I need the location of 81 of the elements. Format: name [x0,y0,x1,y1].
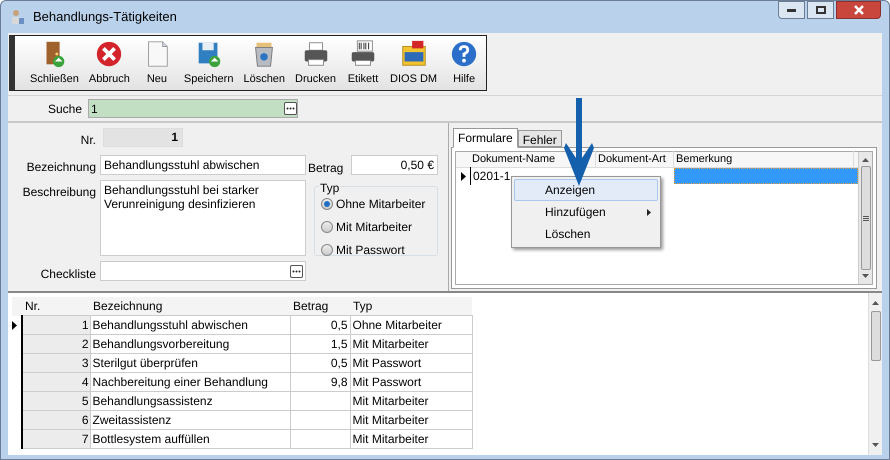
field-label: Betrag [308,160,344,177]
name-field[interactable]: Behandlungsstuhl abwischen [100,155,306,175]
table-cell: 7 [22,430,90,448]
close-button[interactable] [836,1,881,19]
ellipsis-icon [286,107,295,110]
scroll-up-icon[interactable] [872,301,879,305]
ellipsis-icon [292,270,301,272]
description-field[interactable]: Behandlungsstuhl bei starker Verunreinigung desinfizieren [100,180,306,256]
window-title: Behandlungs-Tätigkeiten [33,8,177,26]
column-header: Typ [350,297,472,316]
table-cell: 1,5 [290,334,350,354]
table-cell: Ohne Mitarbeiter [350,316,472,334]
scroll-down-icon[interactable] [872,443,879,447]
toolbar-button[interactable]: DIOS DM [385,36,442,90]
column-header: Nr. [22,297,90,316]
field-label: Beschreibung [22,184,96,201]
field-label: Bezeichnung [26,159,96,176]
table-cell: 4 [22,372,90,392]
table-cell: 6 [22,410,90,430]
radio-label: Ohne Mitarbeiter [336,196,426,213]
table-cell: Mit Mitarbeiter [350,430,472,448]
table-cell: 1 [22,316,90,334]
scrollbar[interactable] [858,152,872,284]
table-cell: Mit Mitarbeiter [350,410,472,430]
close-icon [854,5,864,15]
field-label: Nr. [80,132,96,149]
table-cell: Mit Passwort [350,372,472,392]
scroll-down-icon[interactable] [862,274,869,278]
table-cell: Behandlungsvorbereitung [90,334,290,354]
column-header: Bezeichnung [90,297,290,316]
scroll-up-icon[interactable] [862,158,869,162]
toolbar-button[interactable]: Neu [134,36,179,90]
table-cell: Behandlungsassistenz [90,392,290,410]
tab[interactable]: Fehler [518,130,562,147]
toolbar-button[interactable]: Abbruch [84,36,135,90]
table-cell: 0,5 [290,316,350,334]
search-field[interactable]: 1 [88,99,298,118]
table-cell: Bottlesystem auffüllen [90,430,290,448]
table-cell: Nachbereitung einer Behandlung [90,372,290,392]
toolbar-button[interactable]: Speichern [178,36,238,90]
table-cell: Zweitassistenz [90,410,290,430]
maximize-button[interactable] [807,1,834,19]
table-cell: 3 [22,354,90,372]
table-cell: Mit Passwort [350,354,472,372]
table-cell: Mit Mitarbeiter [350,334,472,354]
table-cell: 2 [22,334,90,354]
browse-button[interactable] [284,102,297,115]
toolbar-button[interactable]: Hilfe [442,36,486,90]
table-cell: Sterilgut überprüfen [90,354,290,372]
radio-button[interactable] [321,244,333,256]
tab[interactable]: Formulare [453,128,518,148]
toolbar-button[interactable]: Drucken [290,36,342,90]
menu-item[interactable]: Hinzufügen [514,201,658,223]
radio-button[interactable] [321,221,333,233]
checklist-field[interactable] [100,261,306,281]
radio-label: Mit Passwort [336,242,405,259]
table-cell: 5 [22,392,90,410]
toolbar-button[interactable]: Etikett [341,36,386,90]
table-cell: Behandlungsstuhl abwischen [90,316,290,334]
toolbar-button[interactable]: Löschen [238,36,290,90]
table-cell: Mit Mitarbeiter [350,392,472,410]
scroll-thumb[interactable] [870,311,880,361]
scrollbar[interactable] [868,293,882,455]
table-cell: 0,5 [290,354,350,372]
grip-icon [862,216,868,220]
table-cell: 9,8 [290,372,350,392]
menu-item[interactable]: Anzeigen [514,179,658,201]
menu-item[interactable]: Löschen [514,223,658,245]
app-icon [9,9,25,25]
submenu-arrow-icon [647,208,651,216]
amount-field[interactable]: 0,50 € [351,155,438,175]
browse-button[interactable] [290,264,303,278]
radio-button[interactable] [321,198,333,210]
column-header: Betrag [290,297,350,316]
number-field: 1 [103,128,183,147]
radio-label: Mit Mitarbeiter [336,219,412,236]
search-label: Suche [46,100,83,118]
column-header: Dokument-Art [596,151,674,168]
field-label: Checkliste [40,266,96,283]
toolbar-button[interactable]: Schließen [25,36,84,90]
minimize-button[interactable] [778,1,805,19]
